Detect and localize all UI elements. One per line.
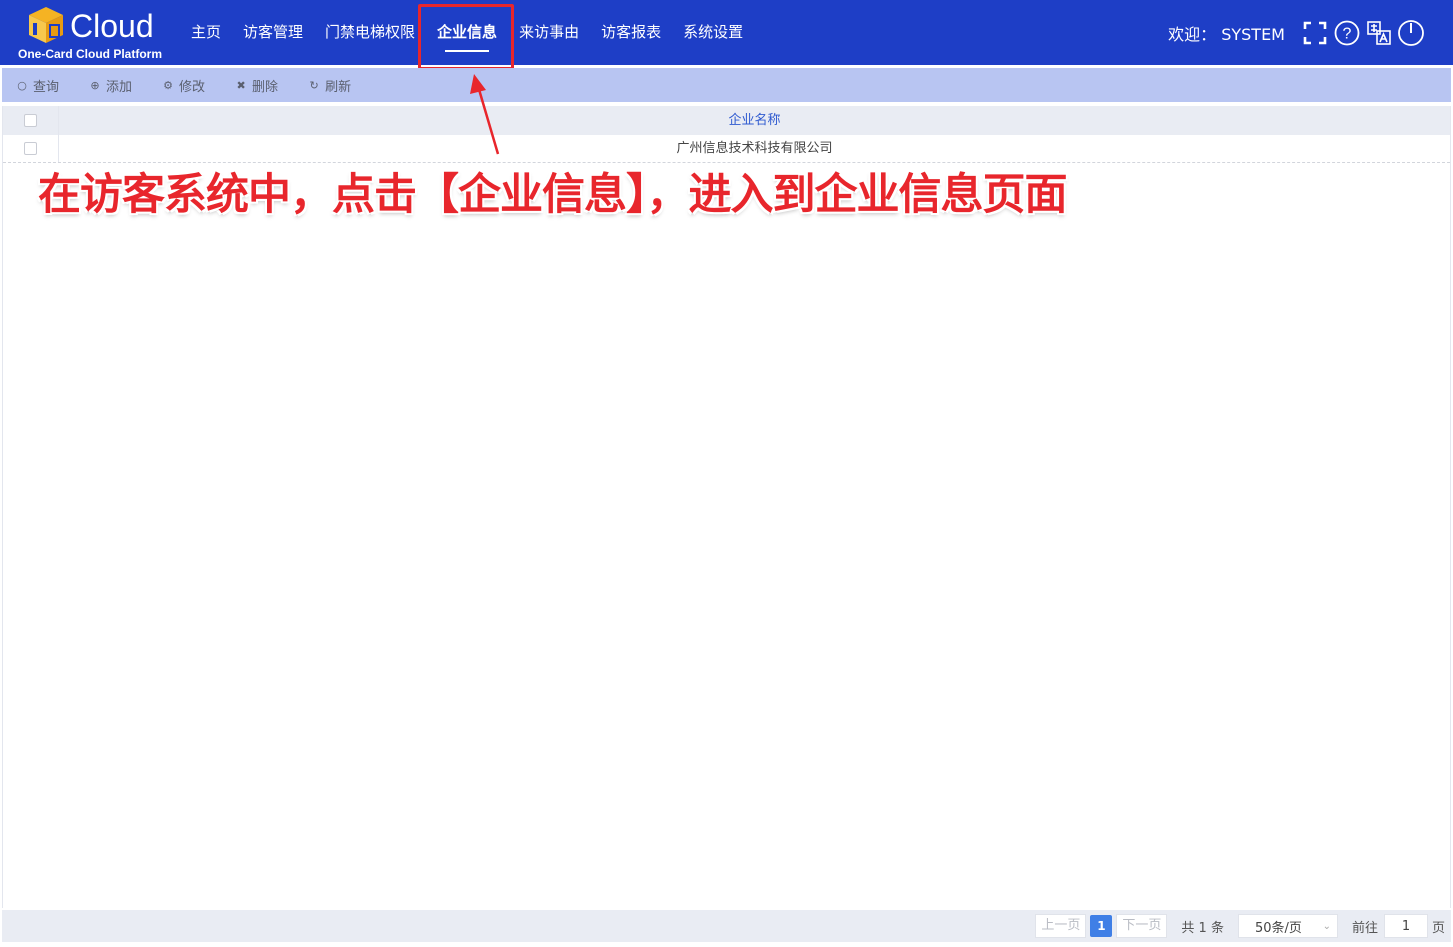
table-header: 企业名称	[3, 106, 1450, 135]
query-button[interactable]: ○ 查询	[16, 76, 59, 95]
help-icon[interactable]: ?	[1333, 19, 1361, 47]
nav-item-home[interactable]: 主页	[180, 0, 232, 65]
fullscreen-icon[interactable]	[1301, 19, 1329, 47]
search-icon: ○	[17, 78, 27, 92]
company-table: 企业名称 广州信息技术科技有限公司	[2, 106, 1451, 908]
refresh-label: 刷新	[325, 79, 352, 95]
row-checkbox[interactable]	[24, 142, 37, 155]
refresh-button[interactable]: ↻ 刷新	[308, 76, 351, 95]
prev-page-button[interactable]: 上一页	[1035, 914, 1087, 938]
add-icon: ⊕	[90, 78, 100, 92]
top-header: Cloud One-Card Cloud Platform 主页 访客管理 门禁…	[0, 0, 1453, 65]
nav-item-visitor-reports[interactable]: 访客报表	[590, 0, 672, 65]
query-label: 查询	[33, 79, 60, 95]
page-size-select[interactable]: 50条/页 ⌄	[1237, 914, 1338, 938]
nav-item-visitor-management[interactable]: 访客管理	[232, 0, 314, 65]
logo-wordmark: Cloud	[70, 8, 154, 44]
column-header-company-name[interactable]: 企业名称	[59, 106, 1450, 135]
next-page-button[interactable]: 下一页	[1116, 914, 1168, 938]
logo[interactable]: Cloud One-Card Cloud Platform	[18, 4, 168, 62]
toolbar: ○ 查询 ⊕ 添加 ⚙ 修改 ✖ 删除 ↻ 刷新	[2, 68, 1451, 102]
svg-text:?: ?	[1343, 25, 1352, 42]
page-suffix: 页	[1431, 920, 1445, 936]
nav-item-system-settings[interactable]: 系统设置	[672, 0, 754, 65]
goto-page-input[interactable]	[1383, 914, 1428, 938]
delete-button[interactable]: ✖ 删除	[235, 76, 278, 95]
delete-label: 删除	[252, 79, 279, 95]
delete-icon: ✖	[236, 78, 246, 92]
add-button[interactable]: ⊕ 添加	[89, 76, 132, 95]
total-count: 共 1 条	[1181, 920, 1224, 936]
refresh-icon: ↻	[309, 78, 319, 92]
row-select-cell	[3, 135, 59, 162]
nav-item-visit-reasons[interactable]: 来访事由	[508, 0, 590, 65]
logo-subtitle: One-Card Cloud Platform	[18, 47, 163, 61]
annotation-text: 在访客系统中，点击【企业信息】，进入到企业信息页面	[38, 170, 1067, 220]
cube-logo-icon	[29, 7, 63, 43]
user-area: 欢迎： SYSTEM ?	[1168, 0, 1425, 65]
current-page[interactable]: 1	[1090, 915, 1113, 937]
annotation-arrow-icon	[470, 74, 500, 155]
pagination: 上一页 1 下一页 共 1 条 50条/页 ⌄ 前往 页	[2, 910, 1451, 942]
add-label: 添加	[106, 79, 133, 95]
page-size-value: 50条/页	[1254, 920, 1302, 936]
gear-icon: ⚙	[163, 78, 173, 92]
chevron-down-icon: ⌄	[1322, 920, 1331, 932]
table-row[interactable]: 广州信息技术科技有限公司	[3, 135, 1450, 163]
edit-button[interactable]: ⚙ 修改	[162, 76, 205, 95]
welcome-text: 欢迎： SYSTEM	[1168, 24, 1285, 44]
power-icon[interactable]	[1397, 19, 1425, 47]
nav-item-access-elevator[interactable]: 门禁电梯权限	[314, 0, 426, 65]
select-all-cell	[3, 106, 59, 135]
select-all-checkbox[interactable]	[24, 114, 37, 127]
edit-label: 修改	[179, 79, 206, 95]
language-icon[interactable]	[1365, 19, 1393, 47]
company-name-cell[interactable]: 广州信息技术科技有限公司	[59, 135, 1450, 162]
highlight-box	[418, 4, 514, 70]
goto-label: 前往	[1351, 920, 1378, 936]
